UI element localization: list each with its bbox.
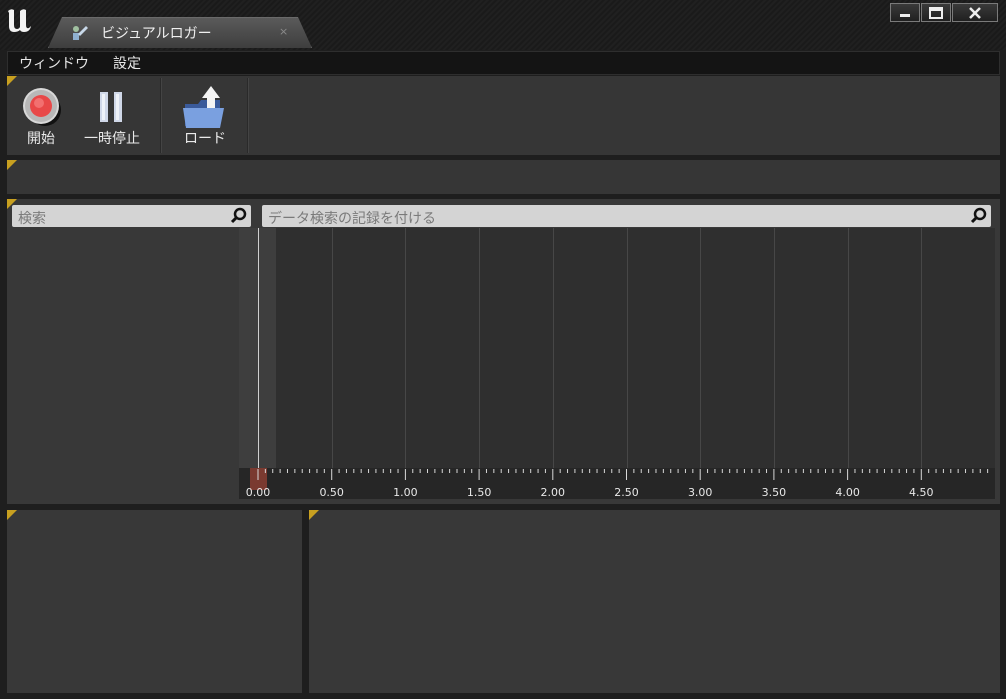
load-folder-icon bbox=[183, 86, 224, 128]
load-label: ロード bbox=[184, 131, 226, 147]
time-ruler[interactable]: 0.00 0.50 1.00 1.50 2.00 2.50 3.00 3.50 4.00 4.50 bbox=[239, 468, 995, 499]
tick-label: 2.00 bbox=[540, 486, 566, 499]
minimize-button[interactable] bbox=[890, 3, 920, 22]
log-search-input[interactable]: データ検索の記録を付ける bbox=[268, 208, 436, 228]
search-icon[interactable] bbox=[230, 207, 248, 225]
grid-line bbox=[921, 228, 923, 471]
tick-label: 4.00 bbox=[835, 486, 860, 499]
pause-icon bbox=[100, 92, 122, 122]
menu-item-window[interactable]: ウィンドウ bbox=[8, 53, 101, 73]
grid-line bbox=[626, 228, 628, 471]
pause-label: 一時停止 bbox=[84, 131, 140, 147]
timeline-graph[interactable] bbox=[239, 228, 995, 471]
log-categories-panel bbox=[7, 510, 302, 693]
tab-title: ビジュアルロガー bbox=[101, 26, 212, 42]
grid-line bbox=[331, 228, 333, 471]
pause-button[interactable]: 一時停止 bbox=[77, 80, 147, 152]
grid-line bbox=[847, 228, 849, 471]
panel-corner-marker bbox=[309, 510, 319, 520]
grid-line bbox=[405, 228, 407, 471]
grid-line bbox=[479, 228, 481, 471]
grid-line bbox=[773, 228, 775, 471]
tick-label: 1.50 bbox=[466, 486, 492, 499]
close-icon bbox=[969, 6, 981, 19]
grid-line bbox=[552, 228, 554, 471]
tick-label: 0.00 bbox=[245, 486, 271, 499]
time-cursor-line bbox=[258, 228, 259, 471]
toolbar-divider bbox=[160, 78, 162, 153]
load-button[interactable]: ロード bbox=[173, 80, 237, 152]
grid-line bbox=[700, 228, 702, 471]
tab-close-icon[interactable]: × bbox=[279, 25, 288, 38]
close-button[interactable] bbox=[952, 3, 998, 22]
title-bar: ビジュアルロガー × bbox=[0, 0, 1006, 50]
tick-label: 1.00 bbox=[393, 486, 418, 499]
menu-item-settings[interactable]: 設定 bbox=[101, 53, 153, 73]
start-label: 開始 bbox=[27, 131, 55, 147]
start-button[interactable]: 開始 bbox=[9, 80, 73, 152]
window-controls bbox=[890, 3, 998, 22]
toolbar-divider bbox=[247, 78, 249, 153]
record-icon bbox=[23, 88, 61, 126]
tick-label: 3.00 bbox=[687, 486, 713, 499]
ruler-ticks bbox=[257, 469, 989, 480]
visual-logger-tab-icon bbox=[73, 26, 88, 40]
maximize-button[interactable] bbox=[921, 3, 951, 22]
log-search-box[interactable]: データ検索の記録を付ける bbox=[262, 205, 991, 227]
tick-label: 0.50 bbox=[319, 486, 344, 499]
panel-corner-marker bbox=[7, 160, 17, 170]
search-box[interactable]: 検索 bbox=[12, 205, 251, 227]
minimize-icon bbox=[900, 13, 910, 17]
maximize-icon bbox=[929, 6, 943, 19]
panel-corner-marker bbox=[7, 510, 17, 520]
tick-label: 3.50 bbox=[761, 486, 787, 499]
menu-bar: ウィンドウ 設定 bbox=[7, 51, 1000, 75]
tick-label: 2.50 bbox=[614, 486, 639, 499]
log-details-panel bbox=[309, 510, 1000, 693]
unreal-logo-icon bbox=[8, 9, 31, 32]
tick-label: 4.50 bbox=[909, 486, 934, 499]
toolbar: 開始 一時停止 ロード bbox=[7, 76, 1000, 155]
search-input[interactable]: 検索 bbox=[18, 208, 46, 228]
timeline-filter-bar bbox=[7, 160, 1000, 194]
search-icon[interactable] bbox=[970, 207, 988, 225]
tab-visual-logger[interactable]: ビジュアルロガー × bbox=[48, 17, 312, 48]
